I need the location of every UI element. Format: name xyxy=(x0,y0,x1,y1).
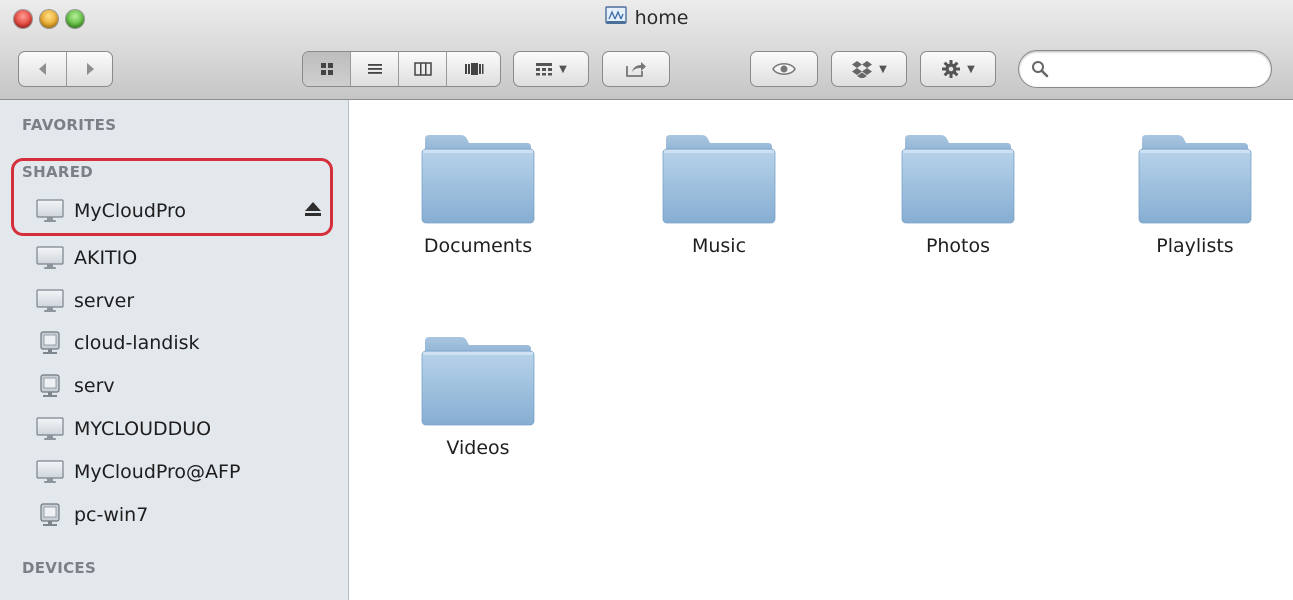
folder-icon xyxy=(421,135,535,224)
sidebar-item-akitio[interactable]: AKITIO xyxy=(36,242,336,274)
display-icon xyxy=(36,417,64,440)
arrange-grid-icon xyxy=(536,63,553,76)
sidebar-item-label: cloud-landisk xyxy=(74,332,200,354)
sidebar: FAVORITES SHARED MyCloudPro AKITIO serve… xyxy=(0,100,349,600)
sidebar-item-mycloudduo[interactable]: MYCLOUDDUO xyxy=(36,413,336,445)
sidebar-section-devices[interactable]: DEVICES xyxy=(22,559,96,577)
list-view-button[interactable] xyxy=(350,52,398,86)
network-share-icon xyxy=(604,6,627,30)
search-icon xyxy=(1032,61,1049,78)
forward-arrow-icon xyxy=(86,63,94,75)
folder-label: Photos xyxy=(925,235,991,257)
chevron-down-icon: ▼ xyxy=(879,63,887,75)
pc-server-icon xyxy=(40,331,60,354)
quick-look-button[interactable] xyxy=(750,51,818,87)
folder-label: Videos xyxy=(446,437,510,459)
view-mode-control xyxy=(302,51,501,87)
folder-label: Music xyxy=(691,235,747,257)
display-icon xyxy=(36,460,64,483)
file-browser-content: Documents Music Photos Playlists Videos xyxy=(350,100,1293,600)
eject-icon[interactable] xyxy=(304,201,322,217)
back-forward-control xyxy=(18,51,113,87)
window-title-area: home xyxy=(0,6,1293,32)
display-icon xyxy=(36,199,64,222)
window-title: home xyxy=(634,7,689,29)
icon-grid-icon xyxy=(320,63,333,75)
sidebar-item-label: MYCLOUDDUO xyxy=(74,418,212,440)
sidebar-item-pc-win7[interactable]: pc-win7 xyxy=(36,499,336,531)
sidebar-item-label: AKITIO xyxy=(74,247,138,269)
folder-item-photos[interactable]: Photos xyxy=(868,133,1048,257)
folder-icon xyxy=(1138,135,1252,224)
sidebar-item-cloud-landisk[interactable]: cloud-landisk xyxy=(36,327,336,359)
folder-item-playlists[interactable]: Playlists xyxy=(1105,133,1285,257)
search-input[interactable] xyxy=(1055,57,1264,83)
cover-flow-icon xyxy=(464,63,483,75)
folder-item-videos[interactable]: Videos xyxy=(388,335,568,459)
sidebar-item-label: MyCloudPro@AFP xyxy=(74,461,241,483)
folder-icon xyxy=(901,135,1015,224)
list-icon xyxy=(367,64,382,74)
display-icon xyxy=(36,246,64,269)
back-arrow-icon xyxy=(38,63,46,75)
window-toolbar: home ▼ ▼ ▼ xyxy=(0,0,1293,100)
sidebar-item-label: server xyxy=(74,290,135,312)
display-icon xyxy=(36,289,64,312)
eye-icon xyxy=(772,63,796,75)
search-field[interactable] xyxy=(1018,50,1272,88)
folder-icon xyxy=(662,135,776,224)
forward-button[interactable] xyxy=(66,52,112,86)
pc-server-icon xyxy=(40,374,60,397)
sidebar-section-shared[interactable]: SHARED xyxy=(22,163,93,181)
dropbox-icon xyxy=(852,61,873,78)
share-button[interactable] xyxy=(602,51,670,87)
share-icon xyxy=(626,62,646,77)
chevron-down-icon: ▼ xyxy=(967,63,975,75)
folder-item-music[interactable]: Music xyxy=(629,133,809,257)
sidebar-item-serv[interactable]: serv xyxy=(36,370,336,402)
gear-icon xyxy=(942,60,961,78)
action-menu-button[interactable]: ▼ xyxy=(920,51,996,87)
sidebar-section-favorites[interactable]: FAVORITES xyxy=(22,116,116,134)
dropbox-menu-button[interactable]: ▼ xyxy=(831,51,907,87)
folder-item-documents[interactable]: Documents xyxy=(388,133,568,257)
sidebar-item-mycloudpro[interactable]: MyCloudPro xyxy=(36,195,336,227)
back-button[interactable] xyxy=(19,52,66,86)
pc-server-icon xyxy=(40,503,60,526)
cover-flow-view-button[interactable] xyxy=(446,52,500,86)
column-view-button[interactable] xyxy=(398,52,446,86)
chevron-down-icon: ▼ xyxy=(559,63,567,75)
folder-label: Playlists xyxy=(1156,235,1234,257)
arrange-button[interactable]: ▼ xyxy=(513,51,589,87)
sidebar-item-label: serv xyxy=(74,375,115,397)
sidebar-item-server[interactable]: server xyxy=(36,285,336,317)
folder-icon xyxy=(421,337,535,426)
folder-label: Documents xyxy=(423,235,533,257)
columns-icon xyxy=(413,62,432,76)
sidebar-item-label: pc-win7 xyxy=(74,504,149,526)
icon-view-button[interactable] xyxy=(303,52,350,86)
sidebar-item-mycloudpro-afp[interactable]: MyCloudPro@AFP xyxy=(36,456,336,488)
sidebar-item-label: MyCloudPro xyxy=(74,200,187,222)
